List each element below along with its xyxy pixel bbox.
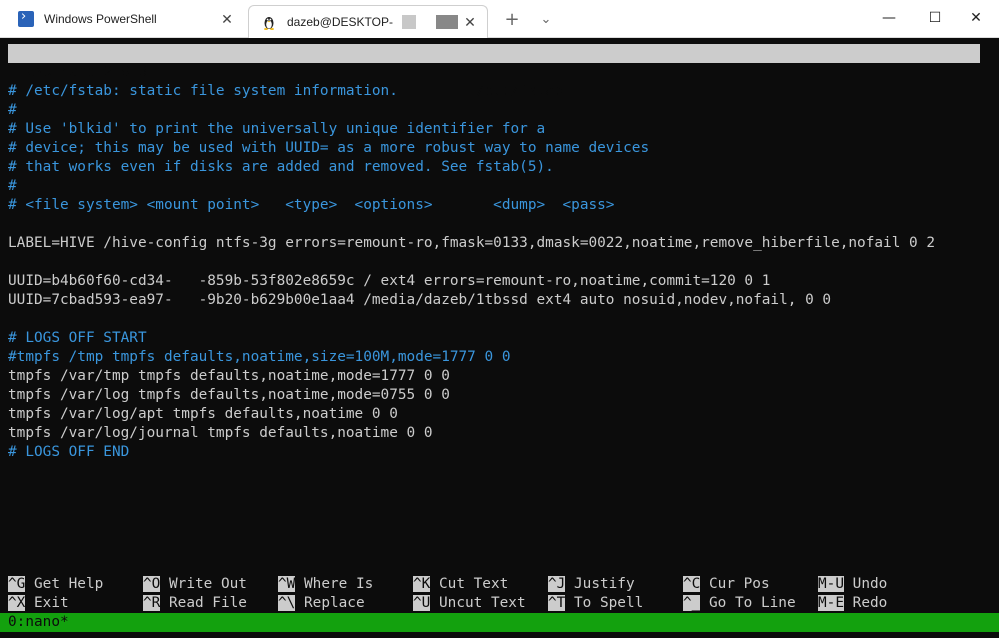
close-icon[interactable]: ✕	[459, 11, 481, 33]
shortcut-label: Cut Text	[430, 576, 509, 592]
file-line: tmpfs /var/log/apt tmpfs defaults,noatim…	[8, 406, 398, 422]
file-line: tmpfs /var/log/journal tmpfs defaults,no…	[8, 425, 433, 441]
linux-penguin-icon	[261, 14, 277, 30]
file-line: # <file system> <mount point> <type> <op…	[8, 197, 615, 213]
shortcut-label: Redo	[844, 595, 888, 611]
shortcut-key: ^W	[278, 576, 296, 592]
shortcut-justify[interactable]: ^J Justify	[548, 575, 635, 594]
new-tab-button[interactable]: +	[500, 9, 524, 30]
shortcut-key: ^_	[683, 595, 701, 611]
nano-version: GNU nano 2.9.3	[26, 64, 148, 80]
shortcut-label: Get Help	[25, 576, 104, 592]
redaction-block	[435, 15, 458, 30]
tmux-status-bar: 0:nano*	[0, 613, 999, 632]
shortcut-key: ^T	[548, 595, 566, 611]
maximize-button[interactable]: ☐	[912, 0, 958, 36]
shortcut-label: Uncut Text	[430, 595, 526, 611]
tab-linux-terminal[interactable]: dazeb@DESKTOP- ✕	[248, 5, 488, 38]
shortcut-key: ^K	[413, 576, 431, 592]
shortcut-key: ^\	[278, 595, 296, 611]
title-bar: Windows PowerShell ✕ dazeb@DESKTOP- ✕ + …	[0, 0, 999, 38]
shortcut-to-spell[interactable]: ^T To Spell	[548, 594, 643, 613]
shortcut-exit[interactable]: ^X Exit	[8, 594, 69, 613]
shortcut-uncut-text[interactable]: ^U Uncut Text	[413, 594, 526, 613]
file-line: tmpfs /var/tmp tmpfs defaults,noatime,mo…	[8, 368, 450, 384]
shortcut-key: ^J	[548, 576, 566, 592]
shortcut-key: ^R	[143, 595, 161, 611]
shortcut-write-out[interactable]: ^O Write Out	[143, 575, 247, 594]
powershell-icon	[18, 9, 34, 27]
shortcut-key: ^C	[683, 576, 701, 592]
shortcut-label: Justify	[565, 576, 635, 592]
shortcut-where-is[interactable]: ^W Where Is	[278, 575, 373, 594]
shortcut-key: M-E	[818, 595, 844, 611]
shortcut-go-to-line[interactable]: ^_ Go To Line	[683, 594, 796, 613]
file-line: # that works even if disks are added and…	[8, 159, 554, 175]
file-line: # Use 'blkid' to print the universally u…	[8, 121, 546, 137]
nano-header: GNU nano 2.9.3 /etc/fstab	[8, 44, 980, 99]
tab-title: Windows PowerShell	[44, 12, 157, 26]
file-line: LABEL=HIVE /hive-config ntfs-3g errors=r…	[8, 235, 936, 251]
shortcut-key: ^G	[8, 576, 26, 592]
file-line: UUID=b4b60f60-cd34- -859b-53f802e8659c /…	[8, 273, 771, 289]
shortcut-label: Cur Pos	[700, 576, 770, 592]
file-line: # LOGS OFF END	[8, 444, 130, 460]
shortcut-key: ^O	[143, 576, 161, 592]
shortcut-read-file[interactable]: ^R Read File	[143, 594, 247, 613]
file-name: /etc/fstab	[476, 83, 563, 99]
shortcut-label: Exit	[25, 595, 69, 611]
shortcut-label: Go To Line	[700, 595, 796, 611]
redaction-block	[402, 15, 417, 30]
tab-windows-powershell[interactable]: Windows PowerShell ✕	[4, 4, 244, 34]
shortcut-get-help[interactable]: ^G Get Help	[8, 575, 103, 594]
shortcut-key: ^X	[8, 595, 26, 611]
file-line: UUID=7cbad593-ea97- -9b20-b629b00e1aa4 /…	[8, 292, 832, 308]
close-window-button[interactable]: ✕	[953, 0, 999, 36]
tab-title: dazeb@DESKTOP-	[287, 15, 459, 30]
shortcut-cur-pos[interactable]: ^C Cur Pos	[683, 575, 770, 594]
shortcut-label: Replace	[295, 595, 365, 611]
shortcut-row-1: ^G Get Help ^O Write Out ^W Where Is ^K Cut…	[8, 575, 980, 594]
file-line: #tmpfs /tmp tmpfs defaults,noatime,size=…	[8, 349, 511, 365]
shortcut-label: To Spell	[565, 595, 644, 611]
shortcut-key: ^U	[413, 595, 431, 611]
shortcut-label: Read File	[160, 595, 247, 611]
file-line: # /etc/fstab: static file system informa…	[8, 83, 398, 99]
minimize-button[interactable]: —	[866, 0, 912, 36]
terminal-area[interactable]: GNU nano 2.9.3 /etc/fstab # /etc/fstab: …	[0, 38, 999, 638]
shortcut-key: M-U	[818, 576, 844, 592]
shortcut-label: Where Is	[295, 576, 374, 592]
shortcut-redo[interactable]: M-E Redo	[818, 594, 887, 613]
chevron-down-icon[interactable]: ⌄	[534, 9, 558, 29]
file-line: #	[8, 178, 17, 194]
file-line: # device; this may be used with UUID= as…	[8, 140, 650, 156]
shortcut-undo[interactable]: M-U Undo	[818, 575, 887, 594]
shortcut-row-2: ^X Exit ^R Read File ^\ Replace ^U Uncut Te…	[8, 594, 980, 613]
shortcut-label: Write Out	[160, 576, 247, 592]
shortcut-replace[interactable]: ^\ Replace	[278, 594, 365, 613]
file-line: tmpfs /var/log tmpfs defaults,noatime,mo…	[8, 387, 450, 403]
file-line: # LOGS OFF START	[8, 330, 147, 346]
file-line: #	[8, 102, 17, 118]
close-icon[interactable]: ✕	[216, 8, 238, 30]
shortcut-cut-text[interactable]: ^K Cut Text	[413, 575, 508, 594]
shortcut-label: Undo	[844, 576, 888, 592]
